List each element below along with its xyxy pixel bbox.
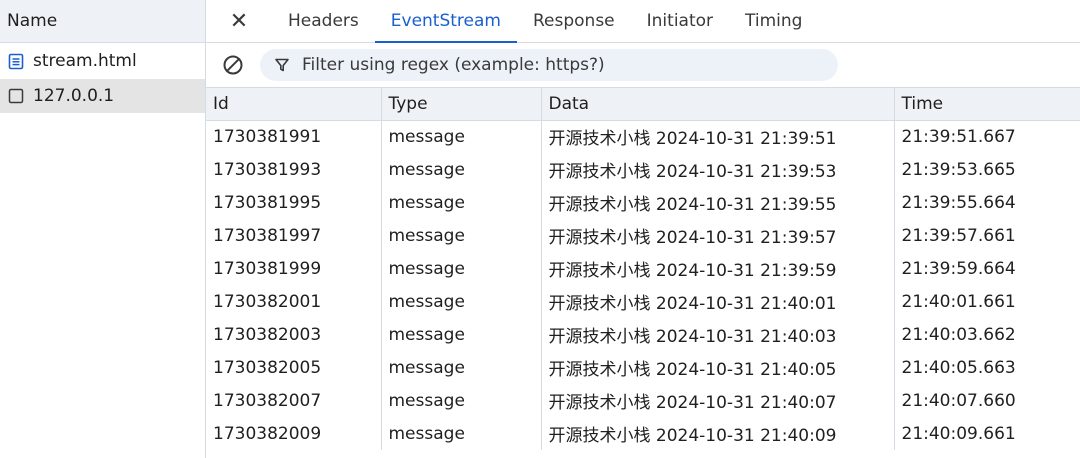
cell-time: 21:40:05.663: [901, 357, 1016, 378]
cell-data: 开源技术小栈 2024-10-31 21:39:57: [541, 219, 895, 252]
table-row[interactable]: 1730381997 message 开源技术小栈 2024-10-31 21:…: [206, 219, 1080, 252]
cell-type: message: [381, 153, 542, 186]
cell-id: 1730381991: [206, 120, 382, 153]
details-tab-bar: ✕ Headers EventStream Response Initiator…: [206, 0, 1080, 43]
devtools-network-panel: Name stream.html 127.0.0.1 ✕ Headers Eve…: [0, 0, 1080, 458]
cell-time: 21:39:53.665: [901, 159, 1016, 180]
cell-data: 开源技术小栈 2024-10-31 21:39:55: [541, 186, 895, 219]
cell-time: 21:39:59.664: [901, 258, 1016, 279]
filter-input[interactable]: [302, 55, 822, 75]
request-item-localhost[interactable]: 127.0.0.1: [0, 79, 205, 113]
cell-data: 开源技术小栈 2024-10-31 21:39:53: [541, 153, 895, 186]
column-header-data[interactable]: Data: [541, 88, 895, 121]
cell-type: message: [381, 285, 542, 318]
clear-icon: [223, 55, 243, 75]
eventstream-table: Id Type Data Time 1730381991 message 开源技…: [206, 88, 1080, 450]
table-row[interactable]: 1730382009 message 开源技术小栈 2024-10-31 21:…: [206, 417, 1080, 450]
cell-id: 1730382005: [206, 351, 382, 384]
request-item-stream-html[interactable]: stream.html: [0, 43, 205, 79]
cell-id: 1730381995: [206, 186, 382, 219]
cell-time: 21:40:09.661: [901, 423, 1016, 444]
cell-data: 开源技术小栈 2024-10-31 21:40:09: [541, 417, 895, 450]
table-header-row: Id Type Data Time: [206, 88, 1080, 121]
column-header-type[interactable]: Type: [381, 88, 542, 121]
cell-data: 开源技术小栈 2024-10-31 21:40:07: [541, 384, 895, 417]
table-row[interactable]: 1730382007 message 开源技术小栈 2024-10-31 21:…: [206, 384, 1080, 417]
table-row[interactable]: 1730382001 message 开源技术小栈 2024-10-31 21:…: [206, 285, 1080, 318]
cell-id: 1730382003: [206, 318, 382, 351]
cell-id: 1730382001: [206, 285, 382, 318]
cell-type: message: [381, 219, 542, 252]
request-details: ✕ Headers EventStream Response Initiator…: [206, 0, 1080, 458]
cell-data: 开源技术小栈 2024-10-31 21:40:03: [541, 318, 895, 351]
cell-time: 21:39:55.664: [901, 192, 1016, 213]
cell-type: message: [381, 351, 542, 384]
cell-data: 开源技术小栈 2024-10-31 21:39:51: [541, 120, 895, 153]
table-row[interactable]: 1730381999 message 开源技术小栈 2024-10-31 21:…: [206, 252, 1080, 285]
cell-type: message: [381, 384, 542, 417]
cell-time: 21:40:01.661: [901, 291, 1016, 312]
column-header-time[interactable]: Time: [894, 88, 1080, 121]
close-icon[interactable]: ✕: [206, 0, 272, 42]
cell-time: 21:39:57.661: [901, 225, 1016, 246]
tab-initiator[interactable]: Initiator: [631, 0, 729, 42]
tab-timing[interactable]: Timing: [729, 0, 818, 42]
request-list: Name stream.html 127.0.0.1: [0, 0, 206, 458]
cell-data: 开源技术小栈 2024-10-31 21:40:01: [541, 285, 895, 318]
name-column-header[interactable]: Name: [0, 0, 205, 43]
filter-icon: [274, 56, 292, 74]
tab-headers[interactable]: Headers: [272, 0, 375, 42]
table-row[interactable]: 1730381993 message 开源技术小栈 2024-10-31 21:…: [206, 153, 1080, 186]
clear-button[interactable]: [206, 54, 260, 76]
cell-time: 21:40:03.662: [901, 324, 1016, 345]
table-row[interactable]: 1730382005 message 开源技术小栈 2024-10-31 21:…: [206, 351, 1080, 384]
cell-time: 21:39:51.667: [901, 126, 1016, 147]
tab-response[interactable]: Response: [517, 0, 631, 42]
checkbox-icon: [7, 87, 25, 105]
cell-type: message: [381, 120, 542, 153]
cell-type: message: [381, 186, 542, 219]
request-item-label: 127.0.0.1: [33, 86, 115, 106]
cell-id: 1730382009: [206, 417, 382, 450]
cell-id: 1730381993: [206, 153, 382, 186]
table-row[interactable]: 1730382003 message 开源技术小栈 2024-10-31 21:…: [206, 318, 1080, 351]
column-header-id[interactable]: Id: [206, 88, 382, 121]
cell-data: 开源技术小栈 2024-10-31 21:40:05: [541, 351, 895, 384]
cell-id: 1730381999: [206, 252, 382, 285]
cell-type: message: [381, 417, 542, 450]
table-row[interactable]: 1730381995 message 开源技术小栈 2024-10-31 21:…: [206, 186, 1080, 219]
cell-id: 1730382007: [206, 384, 382, 417]
filter-box[interactable]: [260, 49, 838, 81]
tab-eventstream[interactable]: EventStream: [374, 0, 518, 43]
cell-data: 开源技术小栈 2024-10-31 21:39:59: [541, 252, 895, 285]
cell-type: message: [381, 318, 542, 351]
cell-time: 21:40:07.660: [901, 390, 1016, 411]
request-item-label: stream.html: [33, 51, 137, 71]
document-icon: [7, 52, 25, 70]
cell-id: 1730381997: [206, 219, 382, 252]
eventstream-toolbar: [206, 43, 1080, 88]
cell-type: message: [381, 252, 542, 285]
table-row[interactable]: 1730381991 message 开源技术小栈 2024-10-31 21:…: [206, 120, 1080, 153]
